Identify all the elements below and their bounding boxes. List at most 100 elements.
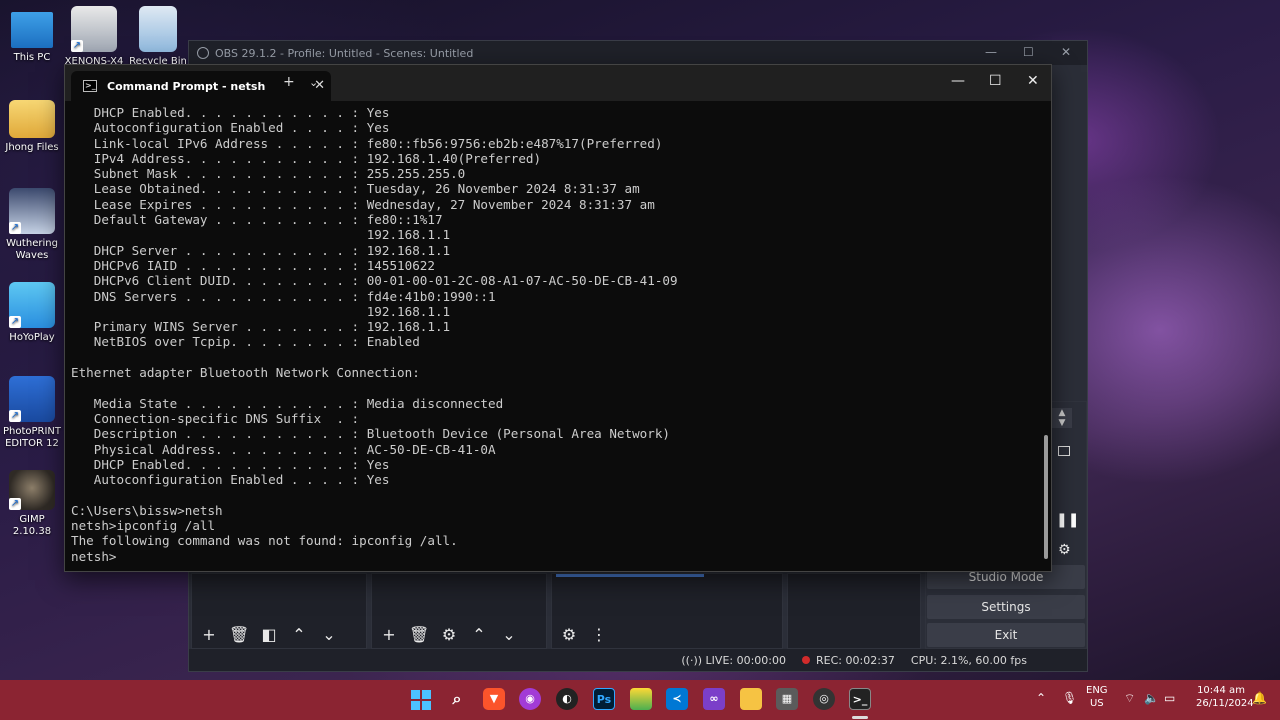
file-explorer-icon[interactable] <box>740 688 762 710</box>
gear-icon[interactable]: ⚙ <box>1058 542 1071 558</box>
microphone-icon[interactable]: 🎙 <box>1062 692 1077 705</box>
gimp-icon: ↗ <box>9 470 55 510</box>
search-icon[interactable]: ⌕ <box>446 688 468 710</box>
chevron-up-icon[interactable]: ⌃ <box>1036 692 1046 705</box>
desktop-icon-label: GIMP 2.10.38 <box>12 514 52 537</box>
gears-icon[interactable]: ⚙ <box>559 625 579 645</box>
gear-icon[interactable]: ⚙ <box>439 625 459 645</box>
maximize-icon[interactable]: ☐ <box>1023 45 1034 59</box>
arrow-up-icon[interactable]: ⌃ <box>289 625 309 645</box>
scroll-arrows-icon[interactable]: ▲ ▼ <box>1052 408 1072 428</box>
trash-icon[interactable]: 🗑 <box>229 625 249 645</box>
arrow-down-icon[interactable]: ⌄ <box>319 625 339 645</box>
language-secondary: US <box>1089 698 1104 709</box>
pause-icon[interactable]: ❚❚ <box>1056 512 1079 528</box>
terminal-line: DHCP Server . . . . . . . . . . . : 192.… <box>71 242 451 258</box>
minimize-icon[interactable]: — <box>985 45 997 59</box>
terminal-tabbar: >_ Command Prompt - netsh ✕ + ⌄ — ☐ ✕ <box>65 65 1051 101</box>
notification-bell-icon[interactable]: 🔔 <box>1252 692 1267 705</box>
paint-icon[interactable] <box>630 688 652 710</box>
terminal-line: Lease Expires . . . . . . . . . . : Wedn… <box>71 196 655 212</box>
exit-button[interactable]: Exit <box>927 623 1085 647</box>
terminal-line: Connection-specific DNS Suffix . : <box>71 410 360 426</box>
visual-studio-icon[interactable]: ∞ <box>703 688 725 710</box>
chevron-down-icon[interactable]: ⌄ <box>309 76 318 89</box>
scrollbar[interactable] <box>1044 435 1048 559</box>
desktop-icon-label: HoYoPlay <box>9 332 55 343</box>
arrow-down-icon[interactable]: ⌄ <box>499 625 519 645</box>
settings-button[interactable]: Settings <box>927 595 1085 619</box>
arrow-up-icon[interactable]: ⌃ <box>469 625 489 645</box>
brave-browser-icon[interactable]: ▼ <box>483 688 505 710</box>
terminal-line: netsh>ipconfig /all <box>71 518 216 534</box>
language-indicator[interactable]: ENG US <box>1086 684 1108 710</box>
battery-icon[interactable]: ▭ <box>1164 692 1175 705</box>
clock[interactable]: 10:44 am 26/11/2024 <box>1196 684 1254 710</box>
new-tab-icon[interactable]: + <box>283 74 295 90</box>
photoshop-icon[interactable]: Ps <box>593 688 615 710</box>
folder-icon <box>9 100 55 138</box>
monitor-icon <box>11 12 53 48</box>
windows-start-icon[interactable] <box>409 688 431 710</box>
calculator-icon[interactable]: ▦ <box>776 688 798 710</box>
desktop-icon-gimp[interactable]: ↗ GIMP 2.10.38 <box>0 470 64 538</box>
terminal-icon[interactable]: >_ <box>849 688 871 710</box>
maximize-icon[interactable]: ☐ <box>989 73 1002 89</box>
terminal-line: Autoconfiguration Enabled . . . . : Yes <box>71 120 390 136</box>
close-icon[interactable]: ✕ <box>1027 73 1039 89</box>
transitions-panel <box>787 573 921 649</box>
terminal-line: Subnet Mask . . . . . . . . . . . : 255.… <box>71 166 466 182</box>
volume-meter[interactable] <box>556 574 704 577</box>
windows-icon[interactable] <box>1058 446 1070 456</box>
app-purple-icon[interactable]: ◉ <box>519 688 541 710</box>
desktop-icon-jhong-files[interactable]: Jhong Files <box>0 100 64 154</box>
obs-icon[interactable]: ◎ <box>813 688 835 710</box>
wifi-icon[interactable]: ⌔ <box>1124 692 1135 705</box>
rec-dot-icon <box>802 655 811 664</box>
terminal-line: Primary WINS Server . . . . . . . : 192.… <box>71 319 451 335</box>
github-icon[interactable]: ◐ <box>556 688 578 710</box>
terminal-output[interactable]: DHCP Enabled. . . . . . . . . . . : Yes … <box>71 105 678 564</box>
terminal-line: The following command was not found: ipc… <box>71 533 458 549</box>
speaker-icon[interactable]: 🔈 <box>1144 692 1159 705</box>
recycle-bin-icon <box>139 6 177 52</box>
desktop-icon-photoprint[interactable]: ↗ PhotoPRINT EDITOR 12 <box>0 376 64 450</box>
command-prompt-window: >_ Command Prompt - netsh ✕ + ⌄ — ☐ ✕ DH… <box>64 64 1052 572</box>
terminal-line: DNS Servers . . . . . . . . . . . : fd4e… <box>71 288 496 304</box>
terminal-line: 192.168.1.1 <box>71 227 451 243</box>
desktop-icon-recycle-bin[interactable]: Recycle Bin <box>126 6 190 68</box>
checkmark-icon: ↗ <box>9 376 55 422</box>
rec-timer: REC: 00:02:37 <box>816 653 895 667</box>
cpu-status: CPU: 2.1%, 60.00 fps <box>910 653 1027 667</box>
add-icon[interactable]: + <box>379 625 399 645</box>
terminal-line: Description . . . . . . . . . . . : Blue… <box>71 426 670 442</box>
terminal-line: 192.168.1.1 <box>71 303 451 319</box>
close-icon[interactable]: ✕ <box>1061 45 1071 59</box>
sources-toolbar: + 🗑 ⚙ ⌃ ⌄ <box>379 625 519 645</box>
desktop-icon-xenons[interactable]: ↗ XENONS-X4 <box>62 6 126 68</box>
filter-icon[interactable]: ◧ <box>259 625 279 645</box>
terminal-line: C:\Users\bissw>netsh <box>71 502 223 518</box>
mixer-toolbar: ⚙ ⋮ <box>559 625 609 645</box>
terminal-line: DHCPv6 IAID . . . . . . . . . . . : 1455… <box>71 257 435 273</box>
terminal-line: DHCPv6 Client DUID. . . . . . . . : 00-0… <box>71 273 678 289</box>
terminal-line: Autoconfiguration Enabled . . . . : Yes <box>71 472 390 488</box>
minimize-icon[interactable]: — <box>951 73 965 89</box>
desktop-icon-this-pc[interactable]: This PC <box>0 8 64 64</box>
add-icon[interactable]: + <box>199 625 219 645</box>
obs-status-bar: ((·)) LIVE: 00:00:00 REC: 00:02:37 CPU: … <box>189 649 1087 671</box>
trash-icon[interactable]: 🗑 <box>409 625 429 645</box>
desktop-icon-label: PhotoPRINT EDITOR 12 <box>2 426 62 449</box>
desktop-icon-label: Wuthering Waves <box>6 238 58 261</box>
more-vertical-icon[interactable]: ⋮ <box>589 625 609 645</box>
vscode-icon[interactable]: ≺ <box>666 688 688 710</box>
desktop-icon-hoyoplay[interactable]: ↗ HoYoPlay <box>0 282 64 344</box>
terminal-line: DHCP Enabled. . . . . . . . . . . : Yes <box>71 456 390 472</box>
desktop-icon-wuthering-waves[interactable]: ↗ Wuthering Waves <box>0 188 64 262</box>
printer-icon: ↗ <box>71 6 117 52</box>
terminal-line: Ethernet adapter Bluetooth Network Conne… <box>71 365 420 381</box>
terminal-line: Link-local IPv6 Address . . . . . : fe80… <box>71 135 663 151</box>
terminal-line: Media State . . . . . . . . . . . : Medi… <box>71 395 504 411</box>
clock-date: 26/11/2024 <box>1196 698 1254 709</box>
